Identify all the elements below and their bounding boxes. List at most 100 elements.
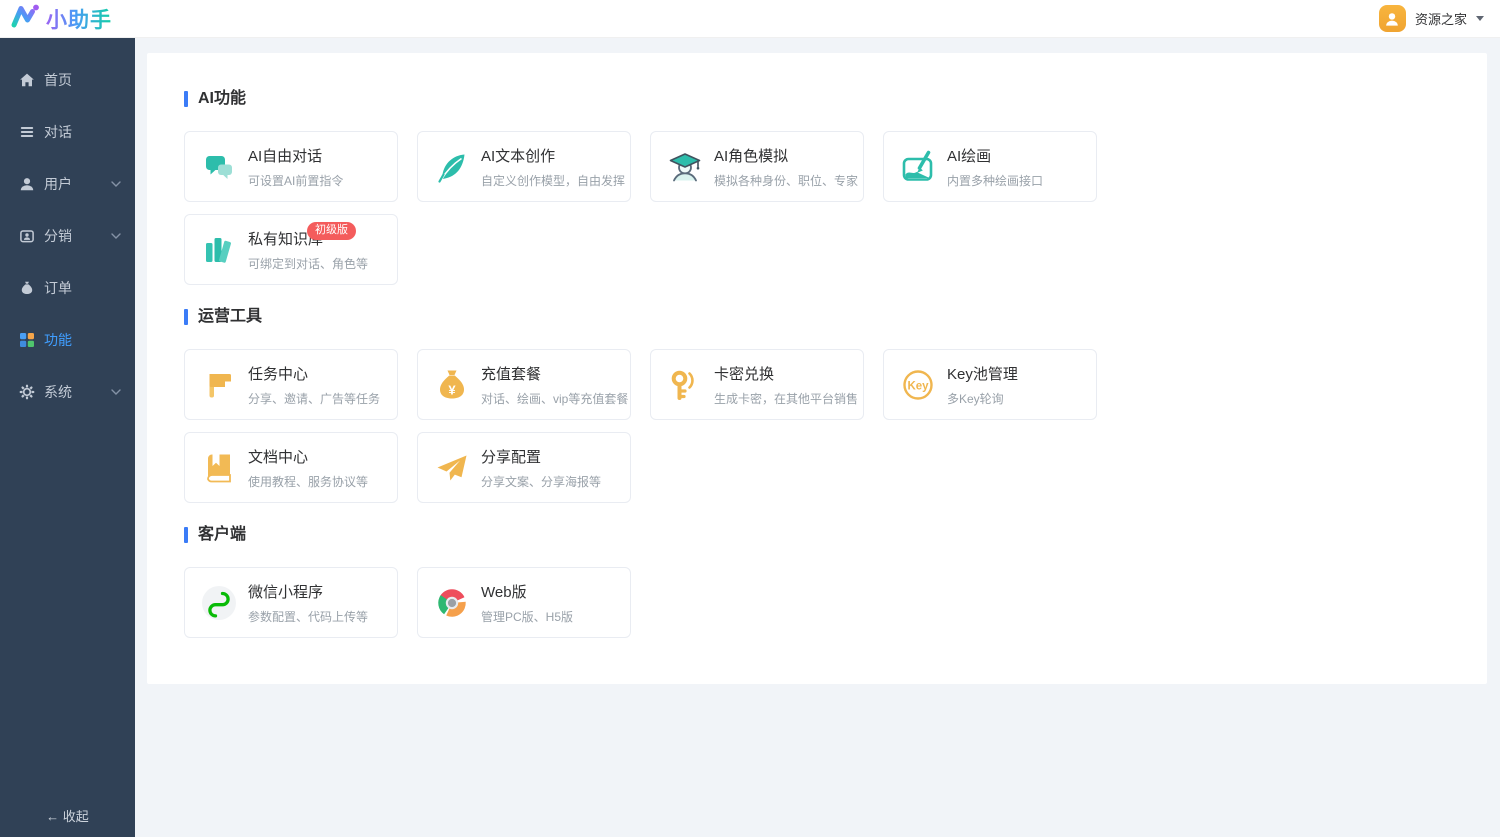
sidebar-item-dialogue[interactable]: 对话 bbox=[0, 106, 135, 158]
card-key-pool[interactable]: Key Key池管理 多Key轮询 bbox=[883, 349, 1097, 420]
sidebar-item-home[interactable]: 首页 bbox=[0, 54, 135, 106]
section-header-clients: 客户端 bbox=[184, 527, 1450, 543]
sidebar-item-label: 对话 bbox=[44, 122, 72, 142]
sidebar-item-label: 订单 bbox=[44, 278, 72, 298]
section-title: 运营工具 bbox=[198, 309, 262, 325]
card-subtitle: 内置多种绘画接口 bbox=[947, 172, 1043, 189]
sidebar-collapse-button[interactable]: ← 收起 bbox=[0, 806, 135, 825]
chrome-icon bbox=[432, 583, 472, 623]
chat-bubbles-icon bbox=[199, 147, 239, 187]
sidebar-item-distribution[interactable]: 分销 bbox=[0, 210, 135, 262]
card-web-version[interactable]: Web版 管理PC版、H5版 bbox=[417, 567, 631, 638]
content-panel: AI功能 AI自由对话 可设置AI前置指令 bbox=[147, 53, 1487, 684]
card-subtitle: 参数配置、代码上传等 bbox=[248, 608, 368, 625]
version-badge: 初级版 bbox=[307, 222, 356, 240]
user-name: 资源之家 bbox=[1415, 9, 1467, 28]
card-title: AI角色模拟 bbox=[714, 145, 858, 166]
home-icon bbox=[19, 72, 35, 88]
sidebar-item-label: 功能 bbox=[44, 330, 72, 350]
sidebar-item-features[interactable]: 功能 bbox=[0, 314, 135, 366]
card-ai-role[interactable]: AI角色模拟 模拟各种身份、职位、专家 bbox=[650, 131, 864, 202]
doc-book-icon bbox=[199, 448, 239, 488]
card-grid-ops: 任务中心 分享、邀请、广告等任务 ¥ 充值套餐 对话、绘画、vip等充值套餐 bbox=[184, 349, 1124, 503]
sidebar-item-label: 分销 bbox=[44, 226, 72, 246]
card-subtitle: 模拟各种身份、职位、专家 bbox=[714, 172, 858, 189]
card-title: 卡密兑换 bbox=[714, 363, 858, 384]
card-title: Web版 bbox=[481, 581, 573, 602]
chevron-down-icon bbox=[111, 389, 121, 395]
card-subtitle: 对话、绘画、vip等充值套餐 bbox=[481, 390, 628, 407]
books-icon bbox=[199, 230, 239, 270]
svg-text:¥: ¥ bbox=[448, 382, 456, 397]
card-grid-ai: AI自由对话 可设置AI前置指令 AI文本创作 自定义创作模型，自由发挥 bbox=[184, 131, 1124, 285]
section-bar-icon bbox=[184, 309, 188, 325]
moneybag-icon: ¥ bbox=[432, 365, 472, 405]
miniprogram-icon bbox=[199, 583, 239, 623]
card-doc-center[interactable]: 文档中心 使用教程、服务协议等 bbox=[184, 432, 398, 503]
key-icon bbox=[665, 365, 705, 405]
paper-plane-icon bbox=[432, 448, 472, 488]
user-icon bbox=[19, 176, 35, 192]
graduate-icon bbox=[665, 147, 705, 187]
card-knowledge-base[interactable]: 私有知识库 可绑定到对话、角色等 初级版 bbox=[184, 214, 398, 285]
card-subtitle: 自定义创作模型，自由发挥 bbox=[481, 172, 625, 189]
card-title: 任务中心 bbox=[248, 363, 380, 384]
card-subtitle: 使用教程、服务协议等 bbox=[248, 473, 368, 490]
painting-icon bbox=[898, 147, 938, 187]
card-grid-clients: 微信小程序 参数配置、代码上传等 bbox=[184, 567, 1124, 638]
section-header-ops: 运营工具 bbox=[184, 309, 1450, 325]
card-title: AI自由对话 bbox=[248, 145, 343, 166]
card-task-center[interactable]: 任务中心 分享、邀请、广告等任务 bbox=[184, 349, 398, 420]
flag-icon bbox=[199, 365, 239, 405]
card-title: AI绘画 bbox=[947, 145, 1043, 166]
key-pool-icon: Key bbox=[898, 365, 938, 405]
quill-icon bbox=[432, 147, 472, 187]
card-ai-text[interactable]: AI文本创作 自定义创作模型，自由发挥 bbox=[417, 131, 631, 202]
section-bar-icon bbox=[184, 527, 188, 543]
ai-logo-mark-icon bbox=[10, 3, 40, 34]
section-header-ai: AI功能 bbox=[184, 91, 1450, 107]
sidebar-item-system[interactable]: 系统 bbox=[0, 366, 135, 418]
user-menu[interactable]: 资源之家 bbox=[1379, 5, 1484, 32]
sidebar-item-label: 首页 bbox=[44, 70, 72, 90]
sidebar-nav: 首页 对话 用户 bbox=[0, 38, 135, 418]
sidebar: 首页 对话 用户 bbox=[0, 38, 135, 837]
chevron-down-icon bbox=[1476, 16, 1484, 21]
arrow-left-icon: ← bbox=[46, 809, 59, 824]
card-subtitle: 分享文案、分享海报等 bbox=[481, 473, 601, 490]
card-ai-painting[interactable]: AI绘画 内置多种绘画接口 bbox=[883, 131, 1097, 202]
system-gear-icon bbox=[19, 384, 35, 400]
card-subtitle: 管理PC版、H5版 bbox=[481, 608, 573, 625]
section-title: AI功能 bbox=[198, 91, 246, 107]
card-title: AI文本创作 bbox=[481, 145, 625, 166]
card-title: 充值套餐 bbox=[481, 363, 628, 384]
app-logo[interactable]: 小助手 bbox=[10, 3, 112, 34]
card-wechat-miniprogram[interactable]: 微信小程序 参数配置、代码上传等 bbox=[184, 567, 398, 638]
card-title: 微信小程序 bbox=[248, 581, 368, 602]
card-title: 文档中心 bbox=[248, 446, 368, 467]
features-icon bbox=[19, 332, 35, 348]
svg-text:Key: Key bbox=[907, 380, 929, 392]
sidebar-item-users[interactable]: 用户 bbox=[0, 158, 135, 210]
card-recharge-packages[interactable]: ¥ 充值套餐 对话、绘画、vip等充值套餐 bbox=[417, 349, 631, 420]
card-ai-chat[interactable]: AI自由对话 可设置AI前置指令 bbox=[184, 131, 398, 202]
order-icon bbox=[19, 280, 35, 296]
section-title: 客户端 bbox=[198, 527, 246, 543]
card-subtitle: 可绑定到对话、角色等 bbox=[248, 255, 368, 272]
app-title: 小助手 bbox=[46, 4, 112, 34]
card-subtitle: 多Key轮询 bbox=[947, 390, 1018, 407]
dialogue-icon bbox=[19, 124, 35, 140]
section-bar-icon bbox=[184, 91, 188, 107]
card-share-config[interactable]: 分享配置 分享文案、分享海报等 bbox=[417, 432, 631, 503]
chevron-down-icon bbox=[111, 181, 121, 187]
collapse-label: 收起 bbox=[63, 809, 89, 824]
avatar bbox=[1379, 5, 1406, 32]
sidebar-item-label: 用户 bbox=[44, 174, 72, 194]
card-subtitle: 分享、邀请、广告等任务 bbox=[248, 390, 380, 407]
distribution-icon bbox=[19, 228, 35, 244]
sidebar-item-orders[interactable]: 订单 bbox=[0, 262, 135, 314]
top-header: 小助手 资源之家 bbox=[0, 0, 1500, 38]
card-key-redeem[interactable]: 卡密兑换 生成卡密，在其他平台销售 bbox=[650, 349, 864, 420]
main-area: AI功能 AI自由对话 可设置AI前置指令 bbox=[135, 38, 1500, 837]
card-title: 分享配置 bbox=[481, 446, 601, 467]
